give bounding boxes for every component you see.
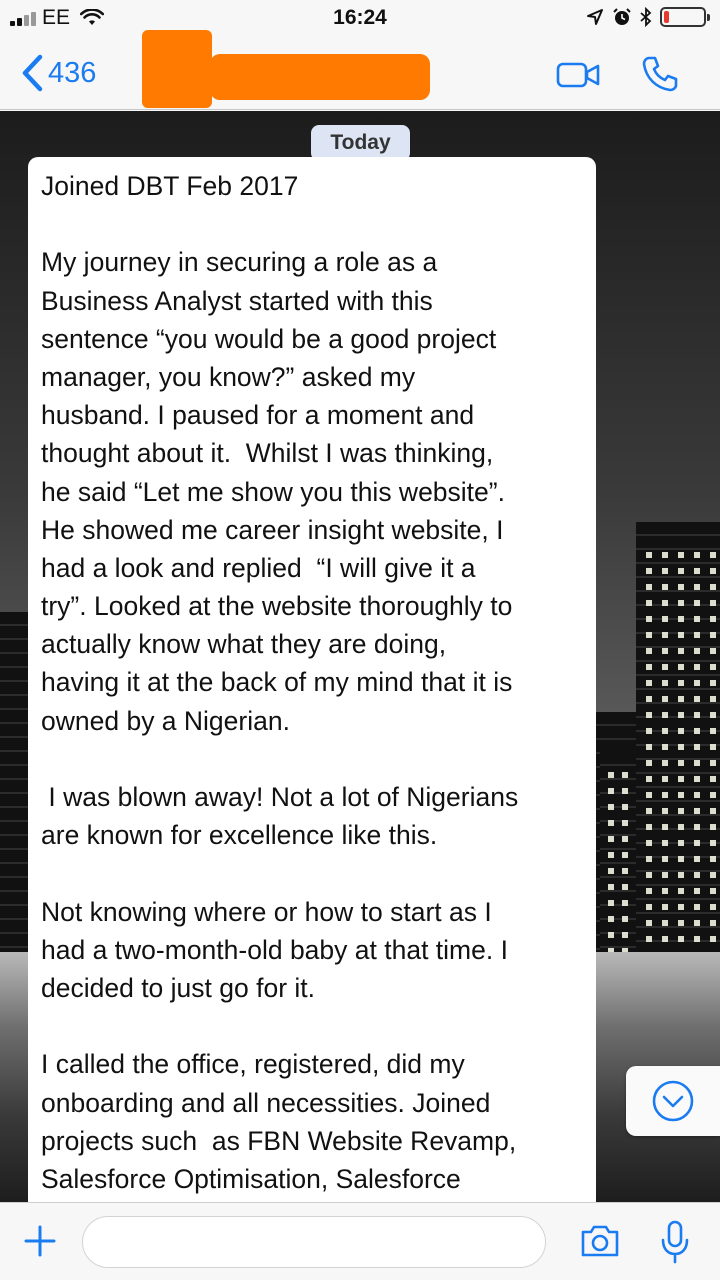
- message-line: He showed me career insight website, I: [41, 514, 504, 545]
- battery-level: [664, 11, 670, 23]
- message-line: decided to just go for it.: [41, 972, 315, 1003]
- message-line: actually know what they are doing,: [41, 629, 447, 660]
- status-bar: EE 16:24: [0, 0, 720, 40]
- message-bubble[interactable]: Joined DBT Feb 2017 My journey in securin…: [28, 157, 596, 1202]
- message-line: Not knowing where or how to start as I: [41, 896, 492, 927]
- message-line: I called the office, registered, did my: [41, 1049, 465, 1080]
- message-line: manager, you know?” asked my: [41, 361, 416, 392]
- message-line: sentence “you would be a good project: [41, 323, 497, 354]
- message-line: Joined DBT Feb 2017: [41, 171, 299, 201]
- chevron-left-icon: [22, 54, 43, 92]
- message-line: try”. Looked at the website thoroughly t…: [41, 591, 513, 622]
- message-line: [41, 205, 584, 243]
- scroll-to-bottom-button[interactable]: [626, 1066, 720, 1136]
- back-button[interactable]: 436: [20, 54, 96, 92]
- phone-icon[interactable]: [640, 54, 680, 94]
- bluetooth-icon: [640, 7, 652, 27]
- message-line: projects such as FBN Website Revamp,: [41, 1125, 517, 1156]
- message-text: Joined DBT Feb 2017 My journey in securin…: [41, 167, 584, 1198]
- status-right: [586, 7, 710, 27]
- alarm-icon: [613, 8, 631, 25]
- message-input[interactable]: [82, 1216, 546, 1268]
- composer-bar: [0, 1202, 720, 1280]
- message-line: I was blown away! Not a lot of Nigerians: [41, 782, 519, 812]
- message-line: onboarding and all necessities. Joined: [41, 1087, 491, 1118]
- message-line: husband. I paused for a moment and: [41, 400, 475, 431]
- redacted-avatar[interactable]: [142, 30, 212, 108]
- microphone-icon[interactable]: [660, 1219, 690, 1265]
- message-line: having it at the back of my mind that it…: [41, 667, 513, 698]
- message-line: My journey in securing a role as a: [41, 247, 438, 278]
- message-line: had a two-month-old baby at that time. I: [41, 934, 508, 965]
- message-line: thought about it. Whilst I was thinking,: [41, 438, 494, 469]
- video-call-icon[interactable]: [556, 60, 602, 90]
- message-line: Business Analyst started with this: [41, 285, 433, 316]
- unread-count: 436: [48, 56, 97, 89]
- camera-icon[interactable]: [579, 1221, 621, 1261]
- redacted-contact-name[interactable]: [210, 54, 430, 100]
- message-line: Salesforce Optimisation, Salesforce: [41, 1163, 461, 1194]
- message-line: [41, 854, 584, 892]
- plus-icon[interactable]: [22, 1223, 58, 1259]
- message-line: [41, 740, 584, 778]
- chevron-down-circle-icon: [652, 1080, 694, 1122]
- date-separator: Today: [311, 125, 410, 161]
- message-line: [41, 1007, 584, 1045]
- message-line: he said “Let me show you this website”.: [41, 476, 505, 507]
- location-arrow-icon: [587, 9, 603, 25]
- chat-header: 436: [0, 30, 720, 110]
- chat-area[interactable]: Today Joined DBT Feb 2017 My journey in s…: [0, 111, 720, 1202]
- message-line: owned by a Nigerian.: [41, 705, 290, 736]
- message-line: had a look and replied “I will give it a: [41, 552, 476, 583]
- message-line: are known for excellence like this.: [41, 820, 438, 851]
- battery-icon: [660, 7, 710, 27]
